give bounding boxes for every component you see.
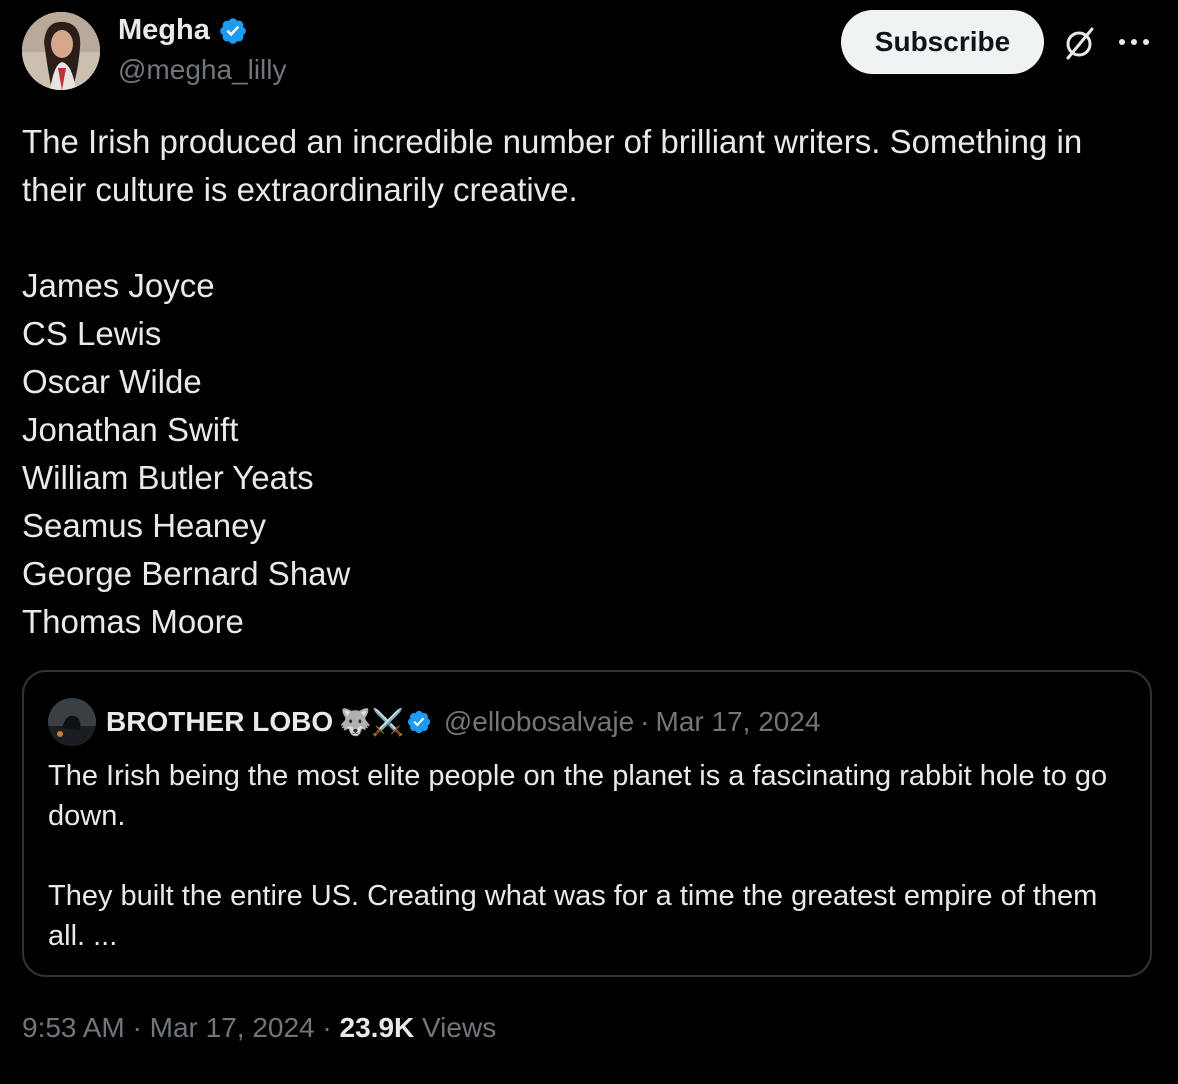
- views-count: 23.9K: [339, 1012, 415, 1043]
- quoted-author-avatar[interactable]: [48, 698, 96, 746]
- quoted-tweet-text: The Irish being the most elite people on…: [48, 756, 1128, 956]
- tweet-time[interactable]: 9:53 AM: [22, 1012, 125, 1043]
- tweet-intro: The Irish produced an incredible number …: [22, 123, 1083, 208]
- author-name-text: Megha: [118, 14, 210, 46]
- writer-list: James Joyce CS Lewis Oscar Wilde Jonatha…: [22, 262, 1152, 646]
- avatar-image: [22, 12, 100, 90]
- quoted-paragraph: They built the entire US. Creating what …: [48, 880, 1098, 952]
- separator-dot: ·: [132, 1012, 142, 1043]
- quoted-author-handle[interactable]: @ellobosalvaje: [444, 706, 634, 738]
- tweet-meta: 9:53 AM · Mar 17, 2024 · 23.9K Views: [22, 1012, 496, 1044]
- views-label: Views: [422, 1012, 497, 1043]
- writer-item: Thomas Moore: [22, 603, 244, 640]
- more-dots-icon[interactable]: [1116, 28, 1152, 56]
- tweet-date[interactable]: Mar 17, 2024: [150, 1012, 315, 1043]
- author-avatar[interactable]: [22, 12, 100, 90]
- verified-badge-icon: [407, 710, 430, 734]
- writer-item: William Butler Yeats: [22, 459, 314, 496]
- writer-item: Jonathan Swift: [22, 411, 239, 448]
- tweet-text: The Irish produced an incredible number …: [22, 118, 1152, 646]
- author-name[interactable]: Megha: [118, 14, 248, 47]
- separator-dot: ·: [322, 1012, 332, 1043]
- writer-item: CS Lewis: [22, 315, 162, 352]
- subscribe-button[interactable]: Subscribe: [841, 10, 1044, 74]
- quoted-avatar-image: [48, 698, 96, 746]
- author-handle[interactable]: @megha_lilly: [118, 54, 287, 86]
- writer-item: Seamus Heaney: [22, 507, 266, 544]
- writer-item: George Bernard Shaw: [22, 555, 351, 592]
- grok-slash-circle-icon[interactable]: [1060, 23, 1100, 63]
- tweet: Megha @megha_lilly Subscribe The Irish p…: [0, 0, 1178, 1084]
- quoted-paragraph: The Irish being the most elite people on…: [48, 760, 1108, 832]
- writer-item: James Joyce: [22, 267, 215, 304]
- quoted-tweet-card[interactable]: BROTHER LOBO 🐺⚔️ @ellobosalvaje · Mar 17…: [22, 670, 1152, 977]
- separator-dot: ·: [640, 706, 650, 737]
- quoted-tweet-header: BROTHER LOBO 🐺⚔️ @ellobosalvaje · Mar 17…: [48, 698, 821, 746]
- verified-badge-icon: [220, 17, 246, 44]
- wolf-swords-emoji: 🐺⚔️: [339, 706, 404, 737]
- quoted-tweet-date[interactable]: Mar 17, 2024: [656, 706, 821, 738]
- writer-item: Oscar Wilde: [22, 363, 202, 400]
- quoted-author-name[interactable]: BROTHER LOBO: [106, 706, 333, 738]
